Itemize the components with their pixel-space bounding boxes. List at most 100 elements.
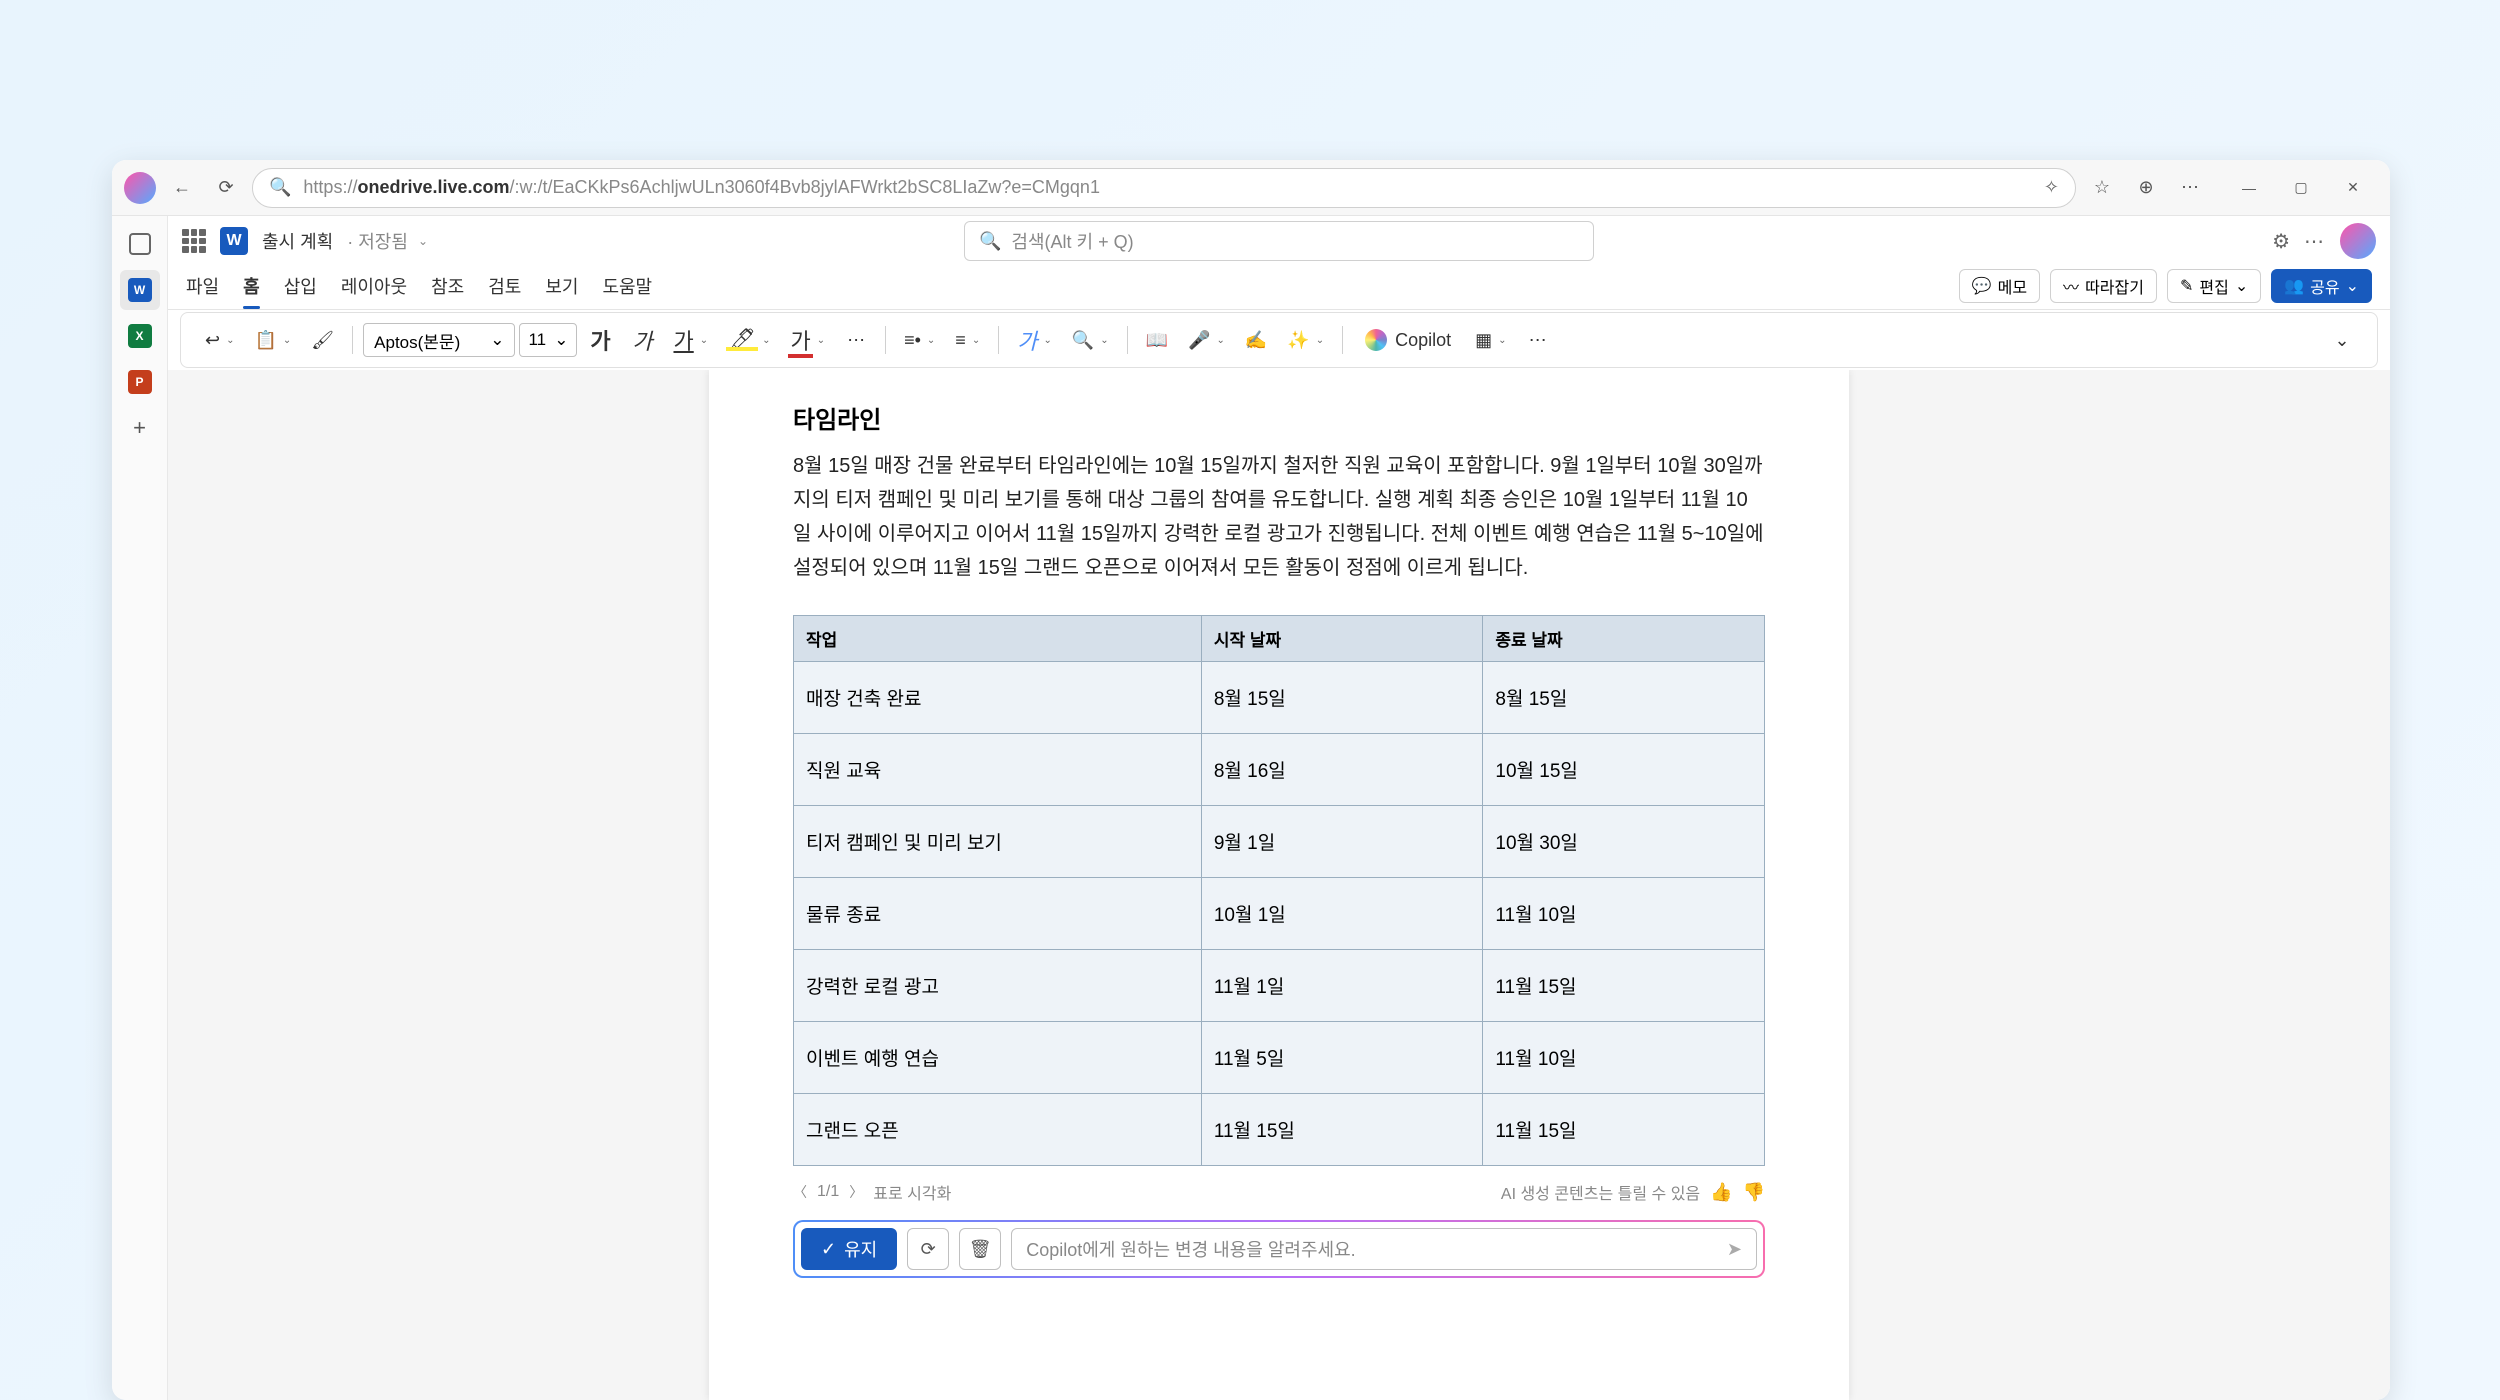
- user-avatar[interactable]: [2340, 223, 2376, 259]
- copilot-icon: [1365, 329, 1387, 351]
- more-font-icon[interactable]: ⋯: [837, 321, 875, 359]
- table-cell: 티저 캠페인 및 미리 보기: [794, 806, 1202, 878]
- th-end: 종료 날짜: [1483, 616, 1765, 662]
- tab-layout[interactable]: 레이아웃: [341, 273, 407, 309]
- rail-tabs-icon[interactable]: [120, 224, 160, 264]
- saved-status: · 저장됨: [347, 228, 408, 254]
- address-bar[interactable]: 🔍 https://onedrive.live.com/:w:/t/EaCKkP…: [252, 168, 2076, 208]
- collapse-ribbon-icon[interactable]: ⌄: [2323, 321, 2361, 359]
- visualize-label: 표로 시각화: [873, 1180, 951, 1204]
- minimize-button[interactable]: —: [2224, 168, 2274, 208]
- browser-titlebar: ← ⟳ 🔍 https://onedrive.live.com/:w:/t/Ea…: [112, 160, 2390, 216]
- next-suggestion-icon[interactable]: 〉: [849, 1182, 863, 1202]
- align-button[interactable]: ≡⌄: [947, 321, 988, 359]
- undo-button[interactable]: ↩⌄: [197, 321, 242, 359]
- bullets-button[interactable]: ≡•⌄: [896, 321, 943, 359]
- bold-button[interactable]: 가: [581, 321, 619, 359]
- back-button[interactable]: ←: [164, 170, 200, 206]
- table-row: 이벤트 예행 연습11월 5일11월 10일: [794, 1022, 1765, 1094]
- more-icon[interactable]: ⋯: [2172, 170, 2208, 206]
- table-cell: 11월 15일: [1201, 1094, 1483, 1166]
- document-page: 타임라인 8월 15일 매장 건물 완료부터 타임라인에는 10월 15일까지 …: [709, 370, 1849, 1400]
- comment-icon: 💬: [1972, 276, 1992, 296]
- editor-button[interactable]: ✨⌄: [1279, 321, 1332, 359]
- tab-home[interactable]: 홈: [243, 273, 260, 309]
- window-controls: — ▢ ✕: [2224, 168, 2378, 208]
- table-cell: 직원 교육: [794, 734, 1202, 806]
- immersive-icon[interactable]: 📖: [1138, 321, 1176, 359]
- dictate-button[interactable]: 🎤⌄: [1180, 321, 1233, 359]
- comments-button[interactable]: 💬메모: [1959, 269, 2040, 303]
- keep-button[interactable]: ✓유지: [801, 1228, 897, 1270]
- refresh-button[interactable]: ⟳: [208, 170, 244, 206]
- copilot-prompt-input[interactable]: Copilot에게 원하는 변경 내용을 알려주세요. ➤: [1011, 1228, 1757, 1270]
- discard-button[interactable]: 🗑: [959, 1228, 1001, 1270]
- share-button[interactable]: 👥공유⌄: [2271, 269, 2372, 303]
- share-icon: 👥: [2284, 276, 2304, 296]
- table-row: 직원 교육8월 16일10월 15일: [794, 734, 1765, 806]
- thumbs-up-icon[interactable]: 👍: [1710, 1182, 1732, 1203]
- ai-disclaimer: AI 생성 콘텐츠는 틀릴 수 있음: [1501, 1180, 1700, 1204]
- word-logo-icon: W: [220, 227, 248, 255]
- table-cell: 9월 1일: [1201, 806, 1483, 878]
- rail-add-icon[interactable]: +: [120, 408, 160, 448]
- reading-mode-icon[interactable]: ✧: [2044, 177, 2059, 198]
- rail-word-icon[interactable]: W: [120, 270, 160, 310]
- rail-powerpoint-icon[interactable]: P: [120, 362, 160, 402]
- maximize-button[interactable]: ▢: [2276, 168, 2326, 208]
- collections-icon[interactable]: ⊕: [2128, 170, 2164, 206]
- search-icon: 🔍: [269, 177, 291, 198]
- more-commands-icon[interactable]: ⋯: [1519, 321, 1557, 359]
- catchup-button[interactable]: 〰따라잡기: [2050, 269, 2157, 303]
- tab-insert[interactable]: 삽입: [284, 273, 317, 309]
- close-button[interactable]: ✕: [2328, 168, 2378, 208]
- app-launcher-icon[interactable]: [182, 229, 206, 253]
- copilot-button[interactable]: Copilot: [1353, 321, 1463, 359]
- tab-references[interactable]: 참조: [431, 273, 464, 309]
- table-cell: 11월 15일: [1483, 950, 1765, 1022]
- regenerate-button[interactable]: ⟳: [907, 1228, 949, 1270]
- table-cell: 11월 15일: [1483, 1094, 1765, 1166]
- search-box[interactable]: 🔍 검색(Alt 키 + Q): [964, 221, 1594, 261]
- addins-button[interactable]: ▦⌄: [1467, 321, 1514, 359]
- italic-button[interactable]: 가: [623, 321, 661, 359]
- document-title[interactable]: 출시 계획: [262, 228, 333, 254]
- more-options-icon[interactable]: ⋯: [2304, 229, 2326, 254]
- thumbs-down-icon[interactable]: 👎: [1743, 1182, 1765, 1203]
- tab-file[interactable]: 파일: [186, 273, 219, 309]
- word-app: W 출시 계획 · 저장됨 ⌄ 🔍 검색(Alt 키 + Q) ⚙ ⋯ 파일 홈…: [168, 216, 2390, 1400]
- table-row: 물류 종료10월 1일11월 10일: [794, 878, 1765, 950]
- font-selector[interactable]: Aptos(본문)⌄: [363, 323, 515, 357]
- underline-button[interactable]: 가⌄: [665, 321, 716, 359]
- paste-button[interactable]: 📋⌄: [246, 321, 299, 359]
- timeline-table: 작업 시작 날짜 종료 날짜 매장 건축 완료8월 15일8월 15일직원 교육…: [793, 615, 1765, 1166]
- tab-view[interactable]: 보기: [545, 273, 578, 309]
- find-button[interactable]: 🔍⌄: [1064, 321, 1117, 359]
- tab-help[interactable]: 도움말: [602, 273, 652, 309]
- table-cell: 11월 10일: [1483, 1022, 1765, 1094]
- prev-suggestion-icon[interactable]: 〈: [793, 1182, 807, 1202]
- chevron-down-icon[interactable]: ⌄: [418, 234, 428, 248]
- send-icon[interactable]: ➤: [1727, 1239, 1742, 1260]
- profile-avatar[interactable]: [124, 172, 156, 204]
- rail-excel-icon[interactable]: X: [120, 316, 160, 356]
- favorites-icon[interactable]: ☆: [2084, 170, 2120, 206]
- editing-dropdown[interactable]: ✎편집⌄: [2167, 269, 2261, 303]
- font-size-selector[interactable]: 11⌄: [519, 323, 577, 357]
- search-icon: 🔍: [979, 231, 1001, 252]
- th-task: 작업: [794, 616, 1202, 662]
- document-canvas[interactable]: 타임라인 8월 15일 매장 건물 완료부터 타임라인에는 10월 15일까지 …: [168, 370, 2390, 1400]
- check-icon: ✓: [821, 1239, 836, 1260]
- ai-footer: 〈 1/1 〉 표로 시각화 AI 생성 콘텐츠는 틀릴 수 있음 👍 👎: [793, 1180, 1765, 1204]
- settings-icon[interactable]: ⚙: [2272, 229, 2290, 254]
- inking-icon[interactable]: ✍: [1237, 321, 1275, 359]
- highlight-button[interactable]: 🖊⌄: [720, 321, 778, 359]
- table-cell: 8월 15일: [1201, 662, 1483, 734]
- styles-button[interactable]: 가⌄: [1009, 321, 1060, 359]
- format-painter-button[interactable]: 🖌: [303, 321, 342, 359]
- table-cell: 11월 1일: [1201, 950, 1483, 1022]
- table-cell: 8월 15일: [1483, 662, 1765, 734]
- font-color-button[interactable]: 가⌄: [782, 321, 833, 359]
- tab-review[interactable]: 검토: [488, 273, 521, 309]
- heading-timeline: 타임라인: [793, 400, 1765, 435]
